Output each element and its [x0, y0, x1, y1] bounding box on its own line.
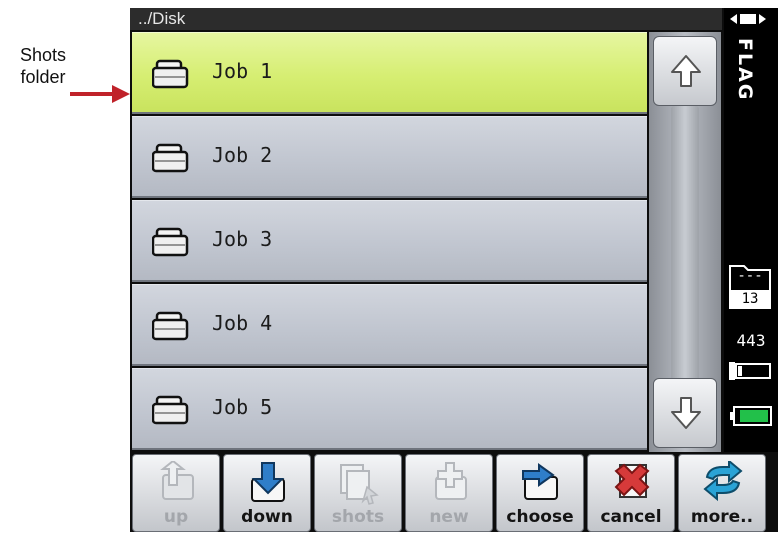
- choose-icon: [522, 463, 558, 500]
- cancel-icon: [614, 463, 650, 498]
- down-button[interactable]: down: [223, 454, 311, 532]
- item-label: Job 4: [212, 311, 273, 335]
- folder-list: Job 1 Job 2 Job 3 Job 4 Job 5: [132, 32, 647, 452]
- toolbar: up down shots new choose cancel more..: [130, 452, 778, 532]
- folder-dash: ---: [737, 268, 763, 284]
- nav-arrows-icon: [730, 14, 766, 24]
- scroll-down-button[interactable]: [653, 378, 717, 448]
- down-label: down: [241, 507, 293, 527]
- scroll-up-button[interactable]: [653, 36, 717, 106]
- shot-count: 443: [736, 331, 766, 350]
- more-button[interactable]: more..: [678, 454, 766, 532]
- status-sidebar: FLAG --- 13 443: [724, 8, 778, 452]
- cancel-label: cancel: [600, 507, 662, 527]
- folder-down-icon: [251, 462, 285, 502]
- shots-button[interactable]: shots: [314, 454, 402, 532]
- more-icon: [703, 461, 743, 502]
- cancel-button[interactable]: cancel: [587, 454, 675, 532]
- folder-icon: [152, 311, 189, 341]
- item-label: Job 2: [212, 143, 273, 167]
- choose-label: choose: [506, 507, 574, 527]
- folder-icon: [152, 395, 189, 425]
- scrollbar[interactable]: [649, 32, 721, 452]
- shots-icon: [340, 464, 379, 505]
- scroll-track[interactable]: [671, 106, 699, 380]
- storage-icon: [729, 362, 771, 380]
- list-item[interactable]: Job 2: [132, 116, 647, 198]
- folder-icon: [152, 59, 189, 89]
- list-item[interactable]: Job 5: [132, 368, 647, 450]
- up-arrow-icon: [671, 55, 701, 87]
- new-folder-icon: [435, 462, 467, 500]
- annotation-arrow: [70, 85, 130, 103]
- up-button[interactable]: up: [132, 454, 220, 532]
- folder-icon: [152, 227, 189, 257]
- item-label: Job 1: [212, 59, 273, 83]
- down-arrow-icon: [671, 397, 701, 429]
- choose-button[interactable]: choose: [496, 454, 584, 532]
- device-screen: ../Disk Job 1 Job 2 Job 3 Job 4 Job 5 FL…: [130, 8, 778, 532]
- list-item[interactable]: Job 1: [132, 32, 647, 114]
- item-label: Job 3: [212, 227, 273, 251]
- path-bar: ../Disk: [130, 8, 722, 30]
- more-label: more..: [690, 507, 754, 527]
- flag-label: FLAG: [734, 38, 756, 102]
- list-item[interactable]: Job 4: [132, 284, 647, 366]
- item-label: Job 5: [212, 395, 273, 419]
- folder-up-icon: [160, 461, 194, 500]
- new-button[interactable]: new: [405, 454, 493, 532]
- up-label: up: [163, 507, 189, 527]
- shots-label: shots: [331, 507, 385, 527]
- new-label: new: [429, 507, 469, 527]
- folder-icon: [152, 143, 189, 173]
- battery-icon: [730, 406, 772, 426]
- folder-count: 13: [730, 290, 770, 308]
- list-item[interactable]: Job 3: [132, 200, 647, 282]
